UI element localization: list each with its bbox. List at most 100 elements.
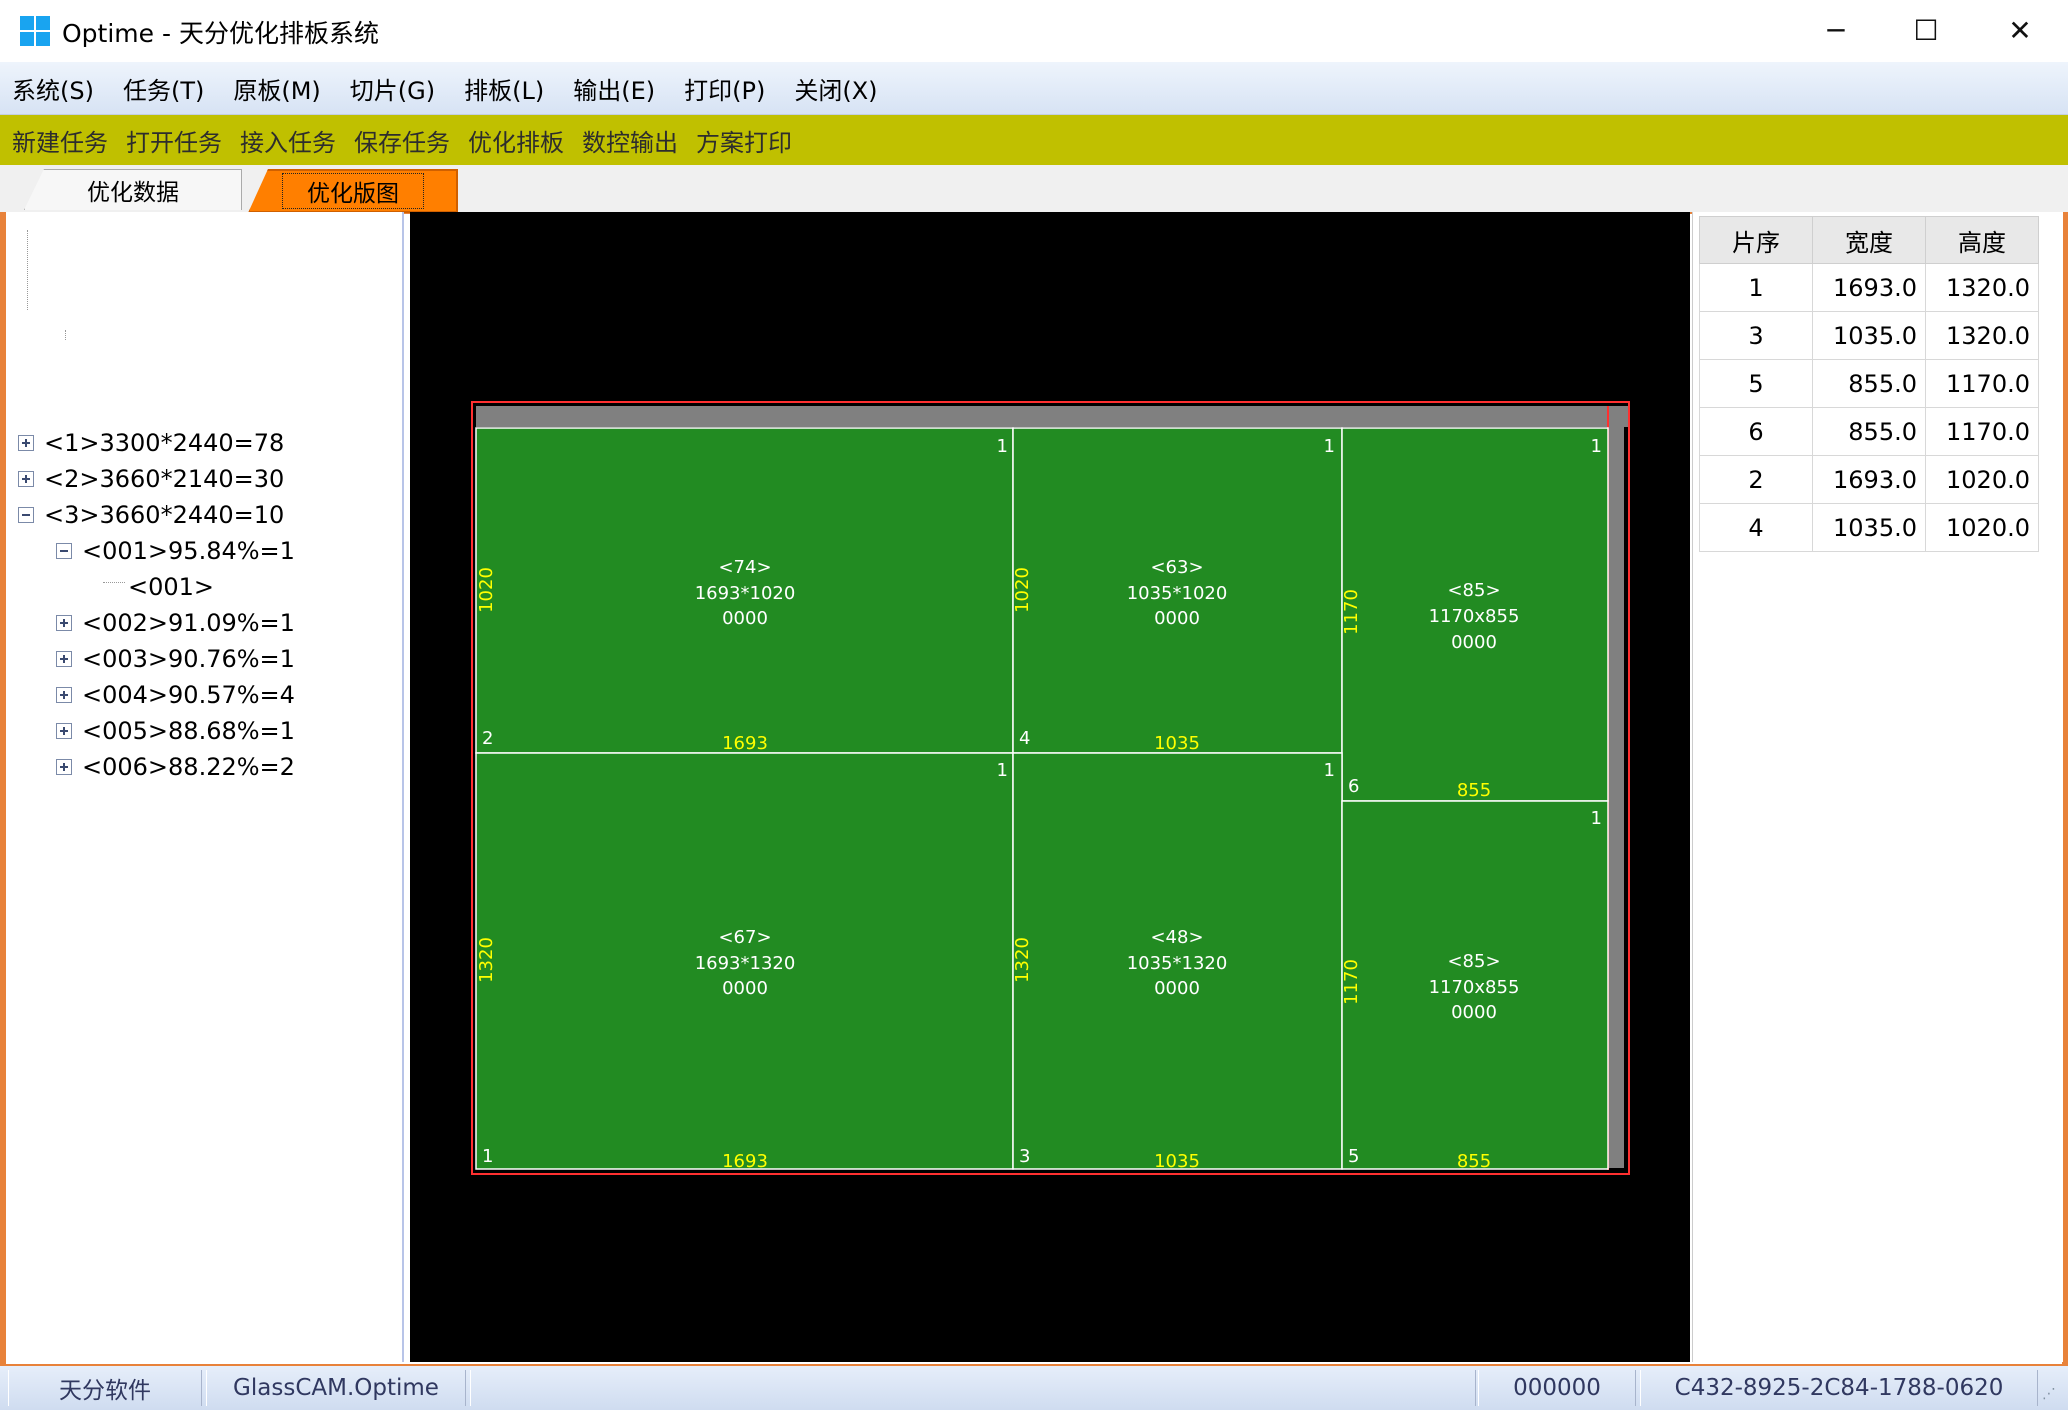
- tree-item-label: <005>88.68%=1: [82, 717, 295, 745]
- piece-height-label: 1170: [1341, 959, 1362, 1005]
- cell-height: 1170.0: [1925, 407, 2039, 456]
- expand-icon[interactable]: [56, 615, 72, 631]
- expand-icon[interactable]: [18, 471, 34, 487]
- layout-canvas[interactable]: <74> 1693*1020 0000 1693 1020 2 1 <63> 1…: [410, 212, 1690, 1362]
- piece-63[interactable]: <63> 1035*1020 0000 1035 1020 4 1: [1012, 427, 1343, 754]
- piece-code: 0000: [722, 978, 768, 999]
- import-task-button[interactable]: 接入任务: [240, 123, 336, 158]
- piece-85-top[interactable]: <85> 1170x855 0000 855 1170 6 1: [1341, 427, 1609, 802]
- cell-seq: 2: [1699, 455, 1813, 504]
- maximize-button[interactable]: ☐: [1880, 0, 1972, 60]
- column-header-seq[interactable]: 片序: [1699, 216, 1813, 264]
- tree-item-layout-004[interactable]: <004>90.57%=4: [56, 678, 295, 712]
- expand-icon[interactable]: [56, 687, 72, 703]
- trim-strip-top: [476, 406, 1628, 427]
- expand-icon[interactable]: [18, 435, 34, 451]
- piece-size: 1693*1320: [695, 953, 796, 974]
- menu-print[interactable]: 打印(P): [684, 71, 765, 106]
- piece-48[interactable]: <48> 1035*1320 0000 1035 1320 3 1: [1012, 752, 1343, 1172]
- cell-seq: 5: [1699, 359, 1813, 408]
- menu-task[interactable]: 任务(T): [123, 71, 204, 106]
- expand-icon[interactable]: [56, 723, 72, 739]
- piece-count: 1: [1591, 436, 1602, 457]
- piece-id: <63>: [1150, 557, 1203, 578]
- expand-icon[interactable]: [56, 651, 72, 667]
- tree-item-layout-001[interactable]: <001>95.84%=1: [56, 534, 295, 568]
- tree-item-layout-002[interactable]: <002>91.09%=1: [56, 606, 295, 640]
- piece-table: 片序 宽度 高度 1 1693.0 1320.0 3 1035.0 1320.0 5 85…: [1699, 216, 2039, 552]
- cell-height: 1020.0: [1925, 455, 2039, 504]
- status-code: 000000: [1478, 1370, 1636, 1406]
- tree-item-sheet-3[interactable]: <3>3660*2440=10: [18, 498, 284, 532]
- new-task-button[interactable]: 新建任务: [12, 123, 108, 158]
- table-row[interactable]: 5 855.0 1170.0: [1699, 359, 2039, 408]
- tree-item-sheet-2[interactable]: <2>3660*2140=30: [18, 462, 284, 496]
- piece-height-label: 1320: [1012, 937, 1033, 983]
- tree-item-layout-003[interactable]: <003>90.76%=1: [56, 642, 295, 676]
- app-icon: [20, 16, 50, 46]
- window-title: Optime - 天分优化排板系统: [62, 19, 379, 48]
- collapse-icon[interactable]: [18, 507, 34, 523]
- title-bar: Optime - 天分优化排板系统 ─ ☐ ✕: [0, 0, 2068, 60]
- table-row[interactable]: 4 1035.0 1020.0: [1699, 503, 2039, 552]
- menu-output[interactable]: 输出(E): [573, 71, 655, 106]
- save-task-button[interactable]: 保存任务: [354, 123, 450, 158]
- menu-pieces[interactable]: 切片(G): [350, 71, 435, 106]
- table-row[interactable]: 6 855.0 1170.0: [1699, 407, 2039, 456]
- collapse-icon[interactable]: [56, 543, 72, 559]
- cell-seq: 3: [1699, 311, 1813, 360]
- column-header-width[interactable]: 宽度: [1812, 216, 1926, 264]
- piece-id: <67>: [718, 927, 771, 948]
- piece-size: 1170x855: [1429, 606, 1520, 627]
- close-button[interactable]: ✕: [1974, 0, 2066, 60]
- piece-code: 0000: [1154, 608, 1200, 629]
- tree-item-label: <006>88.22%=2: [82, 753, 295, 781]
- piece-size: 1693*1020: [695, 583, 796, 604]
- cnc-output-button[interactable]: 数控输出: [582, 123, 678, 158]
- piece-85-bottom[interactable]: <85> 1170x855 0000 855 1170 5 1: [1341, 800, 1609, 1172]
- piece-code: 0000: [1154, 978, 1200, 999]
- trim-strip-right: [1609, 406, 1624, 1168]
- menu-layout[interactable]: 排板(L): [464, 71, 544, 106]
- tree-item-layout-001-detail[interactable]: <001>: [128, 570, 214, 604]
- piece-height-label: 1170: [1341, 589, 1362, 635]
- piece-id: <85>: [1447, 951, 1500, 972]
- piece-size: 1170x855: [1429, 977, 1520, 998]
- tab-optimization-layout[interactable]: 优化版图: [248, 169, 458, 213]
- cell-height: 1020.0: [1925, 503, 2039, 552]
- tree-item-label: <001>95.84%=1: [82, 537, 295, 565]
- menu-close[interactable]: 关闭(X): [794, 71, 877, 106]
- tab-optimization-data[interactable]: 优化数据: [24, 169, 242, 210]
- print-plan-button[interactable]: 方案打印: [696, 123, 792, 158]
- status-license-key: C432-8925-2C84-1788-0620: [1640, 1370, 2038, 1406]
- cell-width: 1035.0: [1812, 311, 1926, 360]
- cell-seq: 6: [1699, 407, 1813, 456]
- piece-width-label: 1035: [1154, 1151, 1200, 1172]
- piece-width-label: 855: [1457, 780, 1491, 801]
- tree-item-layout-006[interactable]: <006>88.22%=2: [56, 750, 295, 784]
- tree-item-layout-005[interactable]: <005>88.68%=1: [56, 714, 295, 748]
- table-row[interactable]: 3 1035.0 1320.0: [1699, 311, 2039, 360]
- table-row[interactable]: 1 1693.0 1320.0: [1699, 263, 2039, 312]
- status-bar: 天分软件 GlassCAM.Optime 000000 C432-8925-2C…: [0, 1364, 2068, 1410]
- cell-seq: 1: [1699, 263, 1813, 312]
- menu-raw-sheet[interactable]: 原板(M): [233, 71, 320, 106]
- piece-height-label: 1020: [1012, 567, 1033, 613]
- open-task-button[interactable]: 打开任务: [126, 123, 222, 158]
- table-row[interactable]: 2 1693.0 1020.0: [1699, 455, 2039, 504]
- piece-id: <48>: [1150, 927, 1203, 948]
- status-company: 天分软件: [8, 1370, 202, 1406]
- resize-grip-icon[interactable]: ⋰: [2042, 1386, 2062, 1406]
- tree-item-sheet-1[interactable]: <1>3300*2440=78: [18, 426, 284, 460]
- tab-strip: 优化数据 优化版图: [0, 165, 2068, 214]
- tree-item-label: <1>3300*2440=78: [44, 429, 285, 457]
- optimize-layout-button[interactable]: 优化排板: [468, 123, 564, 158]
- piece-74[interactable]: <74> 1693*1020 0000 1693 1020 2 1: [475, 427, 1014, 754]
- piece-67[interactable]: <67> 1693*1320 0000 1693 1320 1 1: [475, 752, 1014, 1172]
- tree-item-label: <003>90.76%=1: [82, 645, 295, 673]
- expand-icon[interactable]: [56, 759, 72, 775]
- cell-height: 1170.0: [1925, 359, 2039, 408]
- column-header-height[interactable]: 高度: [1925, 216, 2039, 264]
- menu-system[interactable]: 系统(S): [12, 71, 94, 106]
- minimize-button[interactable]: ─: [1790, 0, 1882, 60]
